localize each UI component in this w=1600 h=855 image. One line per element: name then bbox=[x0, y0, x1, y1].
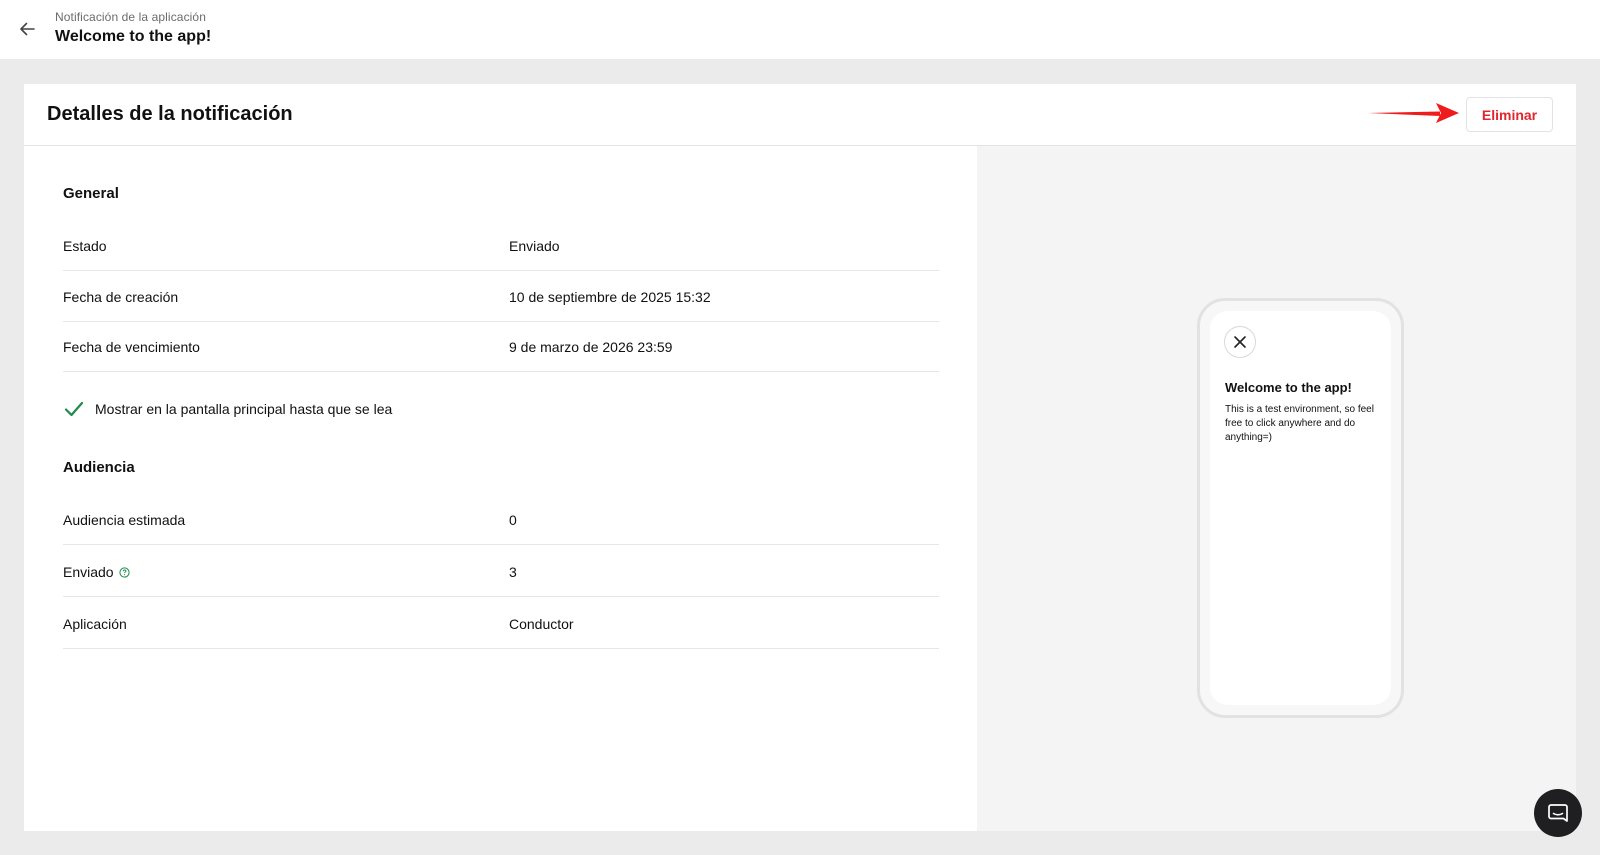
detail-value: Conductor bbox=[509, 616, 574, 632]
check-icon bbox=[64, 401, 84, 417]
checkbox-label: Mostrar en la pantalla principal hasta q… bbox=[95, 401, 393, 417]
detail-value: 3 bbox=[509, 564, 517, 580]
detail-row-created: Fecha de creación 10 de septiembre de 20… bbox=[63, 271, 939, 322]
phone-mockup: Welcome to the app! This is a test envir… bbox=[1197, 298, 1404, 718]
annotation-arrow-icon bbox=[1368, 103, 1459, 123]
top-bar: Notificación de la aplicación Welcome to… bbox=[0, 0, 1600, 59]
detail-label: Audiencia estimada bbox=[63, 512, 186, 528]
detail-row-application: Aplicación Conductor bbox=[63, 598, 939, 649]
delete-button[interactable]: Eliminar bbox=[1466, 97, 1553, 132]
card-header: Detalles de la notificación Eliminar bbox=[24, 84, 1576, 146]
page-title: Welcome to the app! bbox=[55, 28, 212, 45]
detail-row-expires: Fecha de vencimiento 9 de marzo de 2026 … bbox=[63, 321, 939, 372]
card-title: Detalles de la notificación bbox=[47, 103, 293, 125]
back-button[interactable] bbox=[14, 16, 40, 42]
phone-screen: Welcome to the app! This is a test envir… bbox=[1210, 311, 1391, 705]
chat-button[interactable] bbox=[1534, 789, 1582, 837]
detail-label: Fecha de creación bbox=[63, 289, 179, 305]
preview-close-button[interactable] bbox=[1224, 326, 1256, 358]
detail-row-status: Estado Enviado bbox=[63, 220, 939, 271]
preview-panel: Welcome to the app! This is a test envir… bbox=[977, 146, 1576, 831]
preview-body: This is a test environment, so feel free… bbox=[1225, 404, 1374, 443]
detail-row-estimated-audience: Audiencia estimada 0 bbox=[63, 494, 939, 545]
notification-details-card: Detalles de la notificación Eliminar Gen… bbox=[24, 84, 1576, 831]
show-on-home-checkbox: Mostrar en la pantalla principal hasta q… bbox=[63, 397, 663, 421]
detail-value: 0 bbox=[509, 512, 517, 528]
detail-row-sent: Enviado 3 bbox=[63, 546, 939, 597]
detail-label: Enviado bbox=[63, 564, 114, 580]
arrow-left-icon bbox=[20, 22, 35, 36]
detail-value: 10 de septiembre de 2025 15:32 bbox=[509, 289, 711, 305]
breadcrumb: Notificación de la aplicación bbox=[55, 10, 206, 24]
section-title-audience: Audiencia bbox=[63, 459, 135, 476]
preview-title: Welcome to the app! bbox=[1225, 380, 1352, 395]
detail-label: Aplicación bbox=[63, 616, 127, 632]
help-circle-icon[interactable] bbox=[118, 567, 130, 578]
detail-value: Enviado bbox=[509, 238, 560, 254]
detail-label-with-help: Enviado bbox=[63, 564, 130, 580]
detail-label: Estado bbox=[63, 238, 107, 254]
close-icon bbox=[1234, 336, 1246, 348]
chat-icon bbox=[1548, 804, 1568, 822]
detail-label: Fecha de vencimiento bbox=[63, 339, 200, 355]
section-title-general: General bbox=[63, 185, 119, 202]
detail-value: 9 de marzo de 2026 23:59 bbox=[509, 339, 673, 355]
